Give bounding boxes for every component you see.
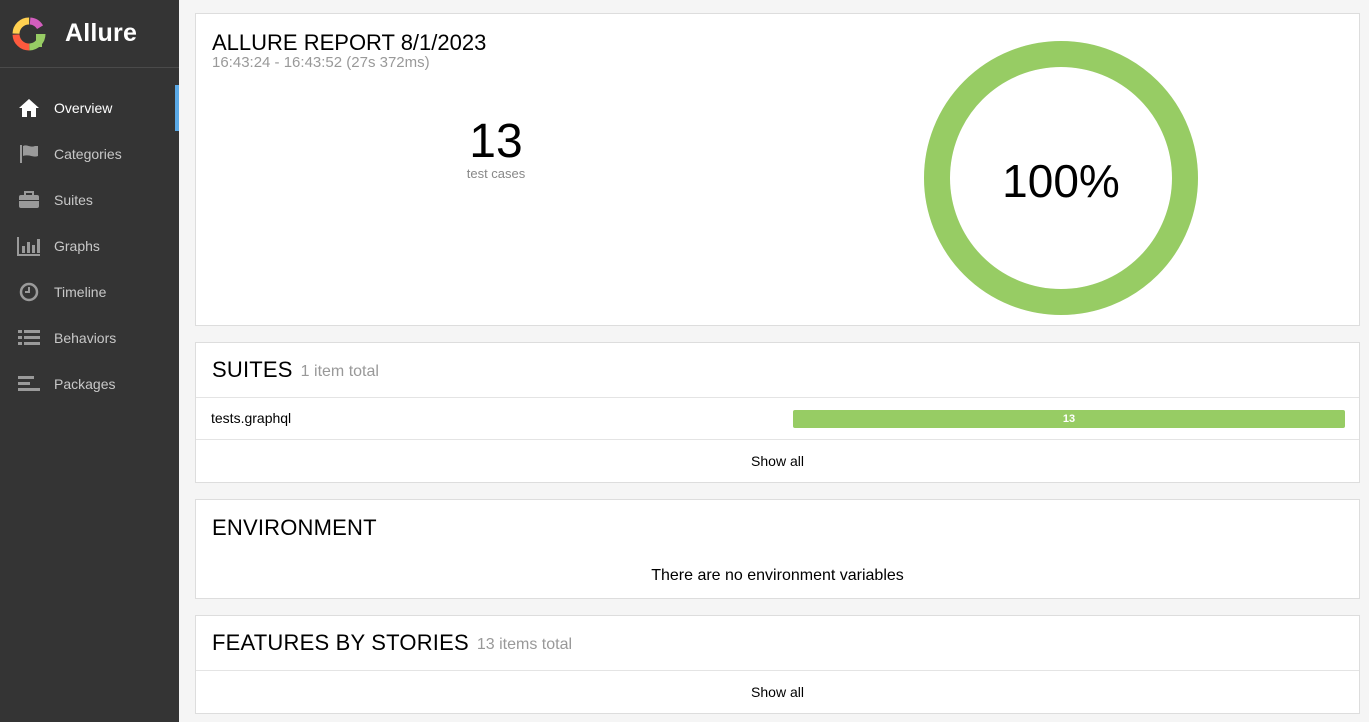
test-case-count: 13 bbox=[469, 115, 523, 168]
sidebar-item-suites[interactable]: Suites bbox=[0, 177, 179, 223]
brand[interactable]: Allure bbox=[0, 0, 179, 68]
flag-icon bbox=[17, 142, 41, 166]
sidebar-item-label: Suites bbox=[54, 192, 93, 208]
align-left-icon bbox=[17, 372, 41, 396]
environment-empty-message: There are no environment variables bbox=[651, 567, 904, 584]
pass-rate-percent: 100% bbox=[1002, 155, 1120, 207]
suites-widget: SUITES 1 item total tests.graphql 13 Sho… bbox=[195, 342, 1360, 483]
suites-count: 1 item total bbox=[300, 363, 379, 380]
features-widget: FEATURES BY STORIES 13 items total Show … bbox=[195, 615, 1360, 714]
briefcase-icon bbox=[17, 188, 41, 212]
features-count: 13 items total bbox=[476, 636, 573, 653]
sidebar-item-categories[interactable]: Categories bbox=[0, 131, 179, 177]
features-title: FEATURES BY STORIES bbox=[212, 630, 469, 655]
suite-row[interactable]: tests.graphql 13 bbox=[196, 398, 1359, 440]
sidebar-item-packages[interactable]: Packages bbox=[0, 361, 179, 407]
suite-status-bar: 13 bbox=[793, 410, 1345, 428]
suites-header: SUITES 1 item total bbox=[196, 343, 1359, 398]
suite-passed-count: 13 bbox=[1062, 413, 1076, 425]
sidebar-item-label: Graphs bbox=[54, 238, 100, 254]
list-icon bbox=[17, 326, 41, 350]
test-case-label: test cases bbox=[466, 166, 526, 181]
home-icon bbox=[17, 96, 41, 120]
report-title: ALLURE REPORT 8/1/2023 bbox=[212, 30, 487, 55]
main-content: ALLURE REPORT 8/1/2023 16:43:24 - 16:43:… bbox=[179, 0, 1369, 722]
sidebar-item-label: Packages bbox=[54, 376, 116, 392]
sidebar-item-label: Behaviors bbox=[54, 330, 117, 346]
clock-icon bbox=[17, 280, 41, 304]
environment-title: ENVIRONMENT bbox=[212, 514, 377, 540]
sidebar-item-overview[interactable]: Overview bbox=[0, 85, 179, 131]
brand-name: Allure bbox=[65, 19, 138, 47]
sidebar-nav: Overview Categories Suites Graphs Timeli… bbox=[0, 85, 179, 407]
sidebar-item-label: Timeline bbox=[54, 284, 107, 300]
sidebar-item-behaviors[interactable]: Behaviors bbox=[0, 315, 179, 361]
bar-chart-icon bbox=[17, 234, 41, 258]
suites-title: SUITES bbox=[212, 357, 293, 382]
sidebar-item-label: Overview bbox=[54, 100, 113, 116]
features-show-all-button[interactable]: Show all bbox=[196, 671, 1359, 712]
features-header: FEATURES BY STORIES 13 items total bbox=[196, 616, 1359, 671]
summary-widget: ALLURE REPORT 8/1/2023 16:43:24 - 16:43:… bbox=[195, 13, 1360, 326]
sidebar: Allure Overview Categories Suites Graphs bbox=[0, 0, 179, 722]
sidebar-item-timeline[interactable]: Timeline bbox=[0, 269, 179, 315]
sidebar-item-label: Categories bbox=[54, 146, 122, 162]
report-time: 16:43:24 - 16:43:52 (27s 372ms) bbox=[212, 54, 430, 71]
environment-header: ENVIRONMENT bbox=[196, 500, 1359, 555]
allure-logo-icon bbox=[12, 17, 46, 50]
environment-widget: ENVIRONMENT There are no environment var… bbox=[195, 499, 1360, 599]
suites-show-all-button[interactable]: Show all bbox=[196, 440, 1359, 481]
suite-name: tests.graphql bbox=[211, 410, 292, 426]
sidebar-item-graphs[interactable]: Graphs bbox=[0, 223, 179, 269]
